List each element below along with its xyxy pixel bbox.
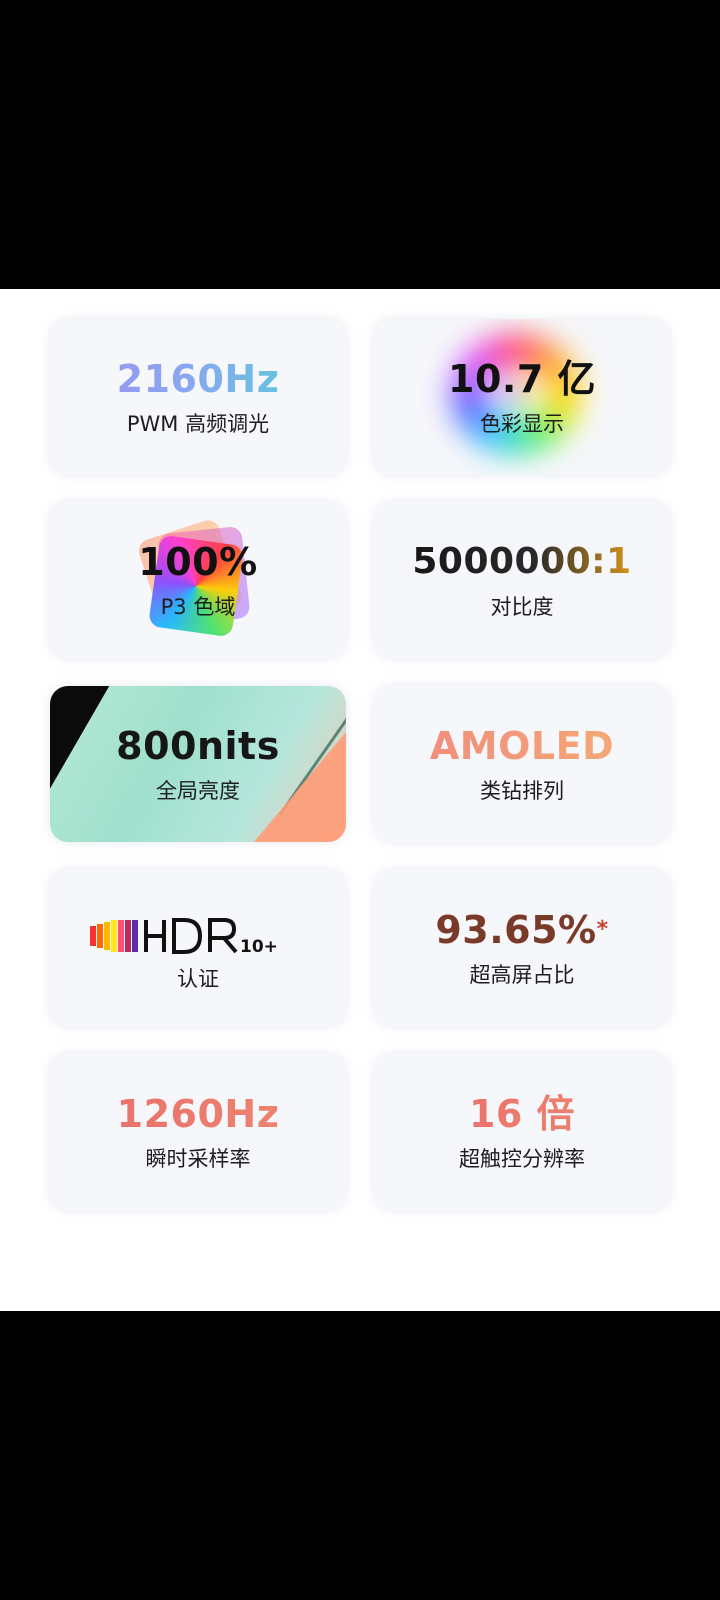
spec-card-sampling-rate: 1260Hz 瞬时采样率 [50,1054,346,1210]
spec-label: 认证 [177,967,219,991]
spec-value: 1260Hz [50,1092,346,1136]
spec-card-p3-gamut: 100% P3 色域 [50,502,346,658]
spec-value: 5000000:1 [374,540,670,584]
spec-card-hdr10plus: 10+ 认证 [50,870,346,1026]
spec-value: 800nits [116,724,280,768]
spec-label: 对比度 [490,595,554,619]
spec-card-touch-resolution: 16 倍 超触控分辨率 [374,1054,670,1210]
spec-label: P3 色域 [160,595,236,619]
spec-card-amoled: AMOLED 类钻排列 [374,686,670,842]
spec-value: 100% [138,540,258,584]
spec-label: 类钻排列 [480,779,564,803]
hdr10plus-logo-icon: 10+ [90,918,278,957]
spec-card-pwm-dimming: 2160Hz PWM 高频调光 [50,319,346,475]
top-black-bar [0,0,720,289]
spec-value: 2160Hz [50,357,346,401]
spec-card-contrast: 5000000:1 对比度 [374,502,670,658]
spec-label: 色彩显示 [480,412,564,436]
spec-label: 全局亮度 [156,779,240,803]
bottom-black-bar [0,1311,720,1600]
spec-label: 瞬时采样率 [145,1147,251,1171]
screen-ratio-value: 93.65% [435,908,597,952]
spec-label: 超触控分辨率 [459,1147,585,1171]
spec-value: 10.7 亿 [448,357,596,401]
spec-value: 16 倍 [374,1092,670,1136]
spec-card-brightness: 800nits 全局亮度 [50,686,346,842]
spec-label: 超高屏占比 [469,963,575,987]
display-specs-panel: 2160Hz PWM 高频调光 10.7 亿 色彩显示 100% P3 色域 5… [0,289,720,1311]
spec-label: PWM 高频调光 [126,412,270,436]
spec-card-color-display: 10.7 亿 色彩显示 [374,319,670,475]
spec-value: AMOLED [374,724,670,768]
svg-text:10+: 10+ [240,937,278,957]
spec-value: 93.65%* [374,908,670,952]
footnote-marker: * [596,917,609,942]
spec-card-screen-ratio: 93.65%* 超高屏占比 [374,870,670,1026]
